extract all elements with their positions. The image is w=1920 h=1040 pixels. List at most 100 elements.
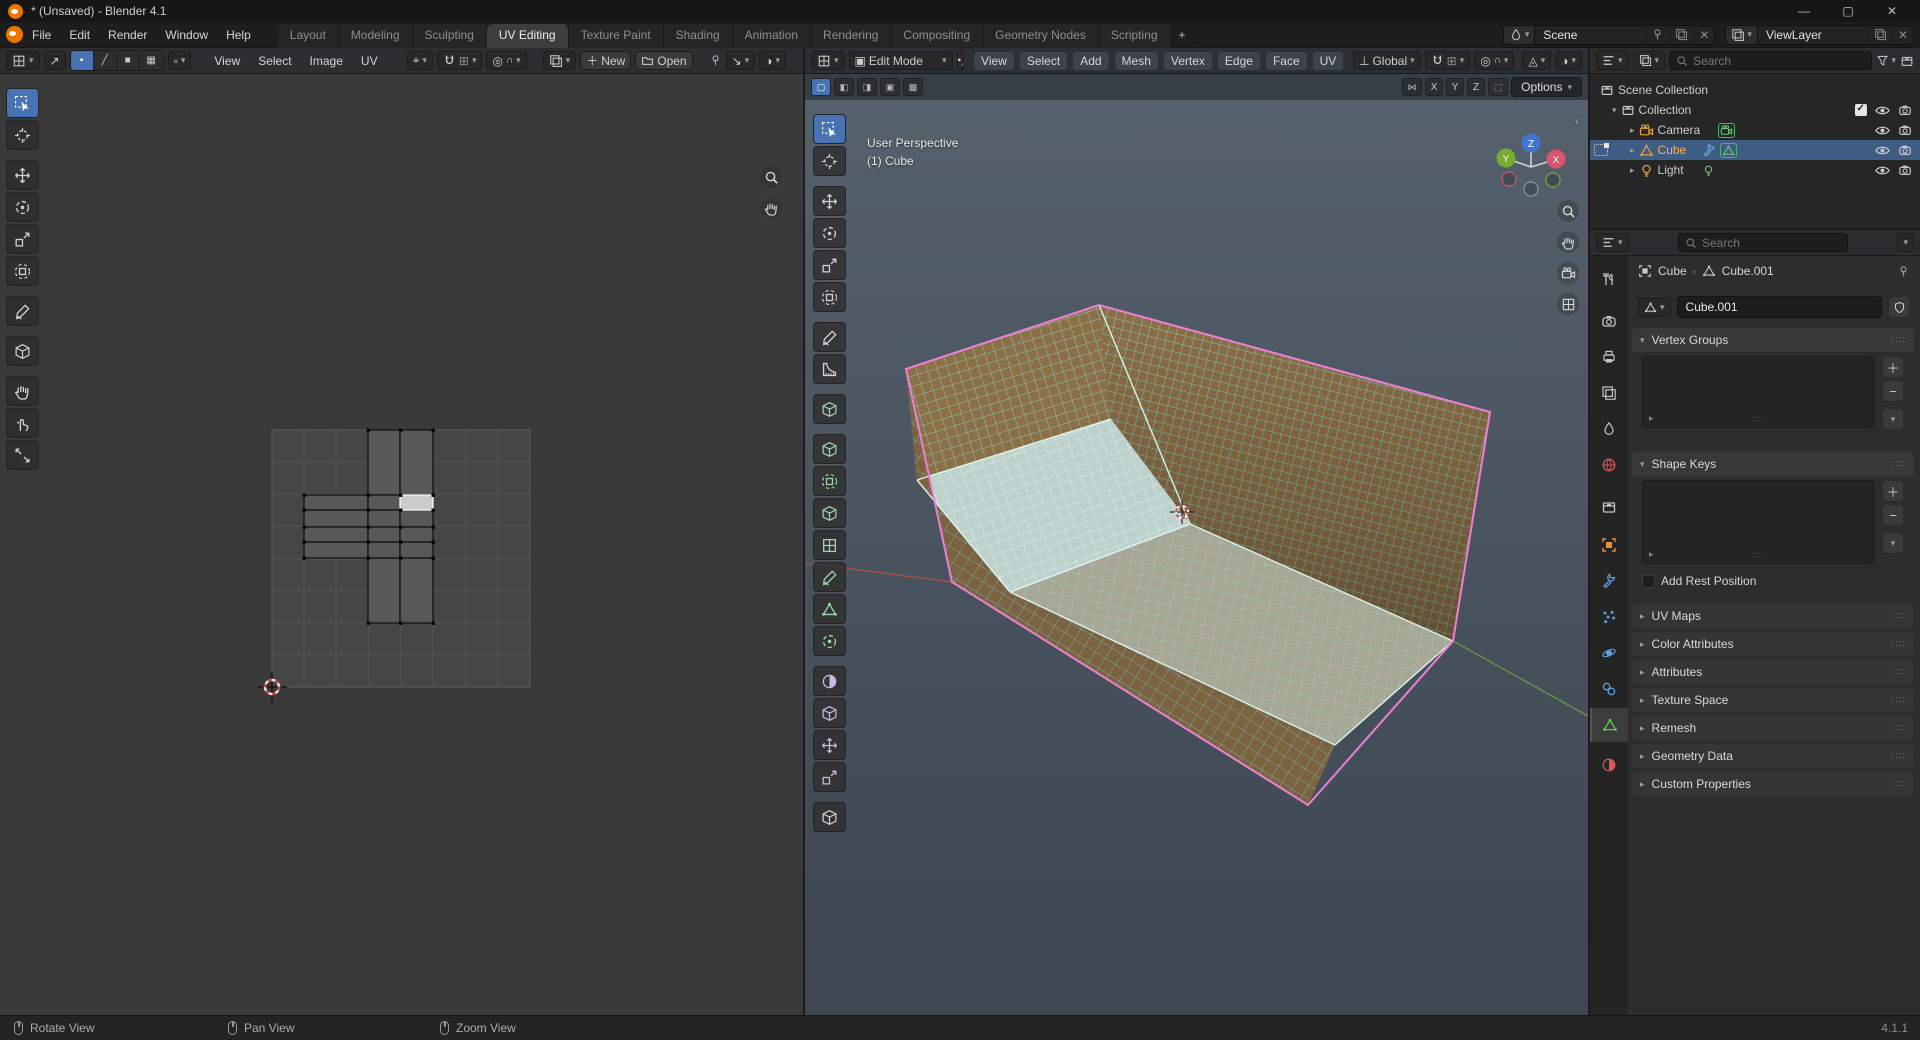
tab-object[interactable] bbox=[1590, 528, 1628, 562]
select-mode-subtract-button[interactable]: ◨ bbox=[857, 78, 877, 96]
menu-render[interactable]: Render bbox=[99, 25, 156, 45]
properties-editor-type-button[interactable]: ▾ bbox=[1596, 233, 1629, 252]
view-layer-icon[interactable]: ▾ bbox=[1726, 26, 1758, 44]
uv-pin-icon[interactable] bbox=[709, 54, 722, 67]
uv-tool-annotate[interactable] bbox=[6, 296, 39, 326]
tool-scale[interactable] bbox=[813, 250, 846, 280]
gizmo-negative-z[interactable] bbox=[1524, 182, 1538, 196]
tab-modifiers[interactable] bbox=[1590, 564, 1628, 598]
uv-tool-relax[interactable] bbox=[6, 408, 39, 438]
tab-geometry-nodes[interactable]: Geometry Nodes bbox=[983, 24, 1099, 48]
vp-menu-select[interactable]: Select bbox=[1019, 51, 1068, 71]
gizmo-negative-x[interactable] bbox=[1502, 172, 1516, 186]
uv-browse-image-dropdown[interactable]: ▾ bbox=[543, 51, 577, 70]
vp-zoom-icon[interactable] bbox=[1557, 200, 1579, 222]
unlink-scene-icon[interactable]: ✕ bbox=[1693, 26, 1714, 44]
tool-annotate[interactable] bbox=[813, 322, 846, 352]
add-vertex-group-button[interactable]: ＋ bbox=[1882, 356, 1904, 378]
close-button[interactable]: ✕ bbox=[1872, 1, 1912, 21]
uv-zoom-icon[interactable] bbox=[760, 166, 782, 188]
shape-key-specials-dropdown[interactable]: ▾ bbox=[1882, 532, 1904, 554]
menu-window[interactable]: Window bbox=[156, 25, 217, 45]
remove-vertex-group-button[interactable]: − bbox=[1882, 380, 1904, 402]
uv-select-edge-button[interactable]: ╱ bbox=[94, 51, 117, 70]
fake-user-shield-button[interactable] bbox=[1888, 296, 1910, 318]
uv-tool-rip-region[interactable] bbox=[6, 336, 39, 366]
tool-knife[interactable] bbox=[813, 562, 846, 592]
hide-icon[interactable] bbox=[1875, 163, 1890, 178]
tab-object-data[interactable] bbox=[1590, 708, 1628, 742]
properties-search-input[interactable]: Search bbox=[1678, 233, 1848, 252]
tool-shrink-fatten[interactable] bbox=[813, 730, 846, 760]
vp-menu-view[interactable]: View bbox=[973, 51, 1015, 71]
outliner-filter-icon[interactable]: ▾ bbox=[1876, 54, 1896, 67]
tab-particles[interactable] bbox=[1590, 600, 1628, 634]
uv-tool-tweak-select-box[interactable] bbox=[6, 88, 39, 118]
mirror-x-toggle[interactable]: X bbox=[1425, 78, 1443, 96]
panel-remesh[interactable]: ▸Remesh∷∷ bbox=[1632, 716, 1914, 740]
tool-spin[interactable] bbox=[813, 626, 846, 656]
uv-tool-cursor[interactable] bbox=[6, 120, 39, 150]
tool-cursor[interactable] bbox=[813, 146, 846, 176]
uv-gizmos-dropdown[interactable]: ↘▾ bbox=[726, 51, 756, 70]
tab-collection[interactable] bbox=[1590, 490, 1628, 524]
tool-bevel[interactable] bbox=[813, 498, 846, 528]
tool-smooth[interactable] bbox=[813, 666, 846, 696]
tab-scene[interactable] bbox=[1590, 412, 1628, 446]
editor-type-button-3d[interactable]: ▾ bbox=[811, 51, 845, 70]
remove-shape-key-button[interactable]: − bbox=[1882, 504, 1904, 526]
menu-edit[interactable]: Edit bbox=[60, 25, 99, 45]
breadcrumb-data[interactable]: Cube.001 bbox=[1722, 264, 1774, 278]
tab-tool[interactable] bbox=[1590, 262, 1628, 296]
outliner-row-scene-collection[interactable]: Scene Collection bbox=[1590, 80, 1920, 100]
tool-transform[interactable] bbox=[813, 282, 846, 312]
outliner-row-camera[interactable]: ▸ Camera bbox=[1590, 120, 1920, 140]
tool-edge-slide[interactable] bbox=[813, 698, 846, 728]
edge-select-button[interactable]: ╱ bbox=[962, 51, 964, 70]
new-collection-icon[interactable] bbox=[1900, 54, 1914, 68]
panel-color-attributes[interactable]: ▸Color Attributes∷∷ bbox=[1632, 632, 1914, 656]
proportional-editing-group[interactable]: ◎∩▾ bbox=[1474, 51, 1514, 70]
uv-menu-uv[interactable]: UV bbox=[354, 52, 385, 70]
add-workspace-button[interactable]: + bbox=[1171, 24, 1195, 48]
disable-render-icon[interactable] bbox=[1898, 163, 1912, 177]
breadcrumb-object[interactable]: Cube bbox=[1658, 264, 1687, 278]
vp-menu-uv[interactable]: UV bbox=[1312, 51, 1345, 71]
panel-uv-maps[interactable]: ▸UV Maps∷∷ bbox=[1632, 604, 1914, 628]
vp-pan-icon[interactable] bbox=[1557, 231, 1579, 253]
uv-select-face-button[interactable]: ■ bbox=[117, 51, 140, 70]
tab-rendering[interactable]: Rendering bbox=[811, 24, 891, 48]
tool-tweak-select-box[interactable] bbox=[813, 114, 846, 144]
select-mode-extend-button[interactable]: ◧ bbox=[834, 78, 854, 96]
tab-layout[interactable]: Layout bbox=[278, 24, 339, 48]
sidebar-toggle[interactable]: ‹ bbox=[1575, 114, 1579, 128]
properties-options-dropdown[interactable]: ▾ bbox=[1897, 233, 1914, 252]
uv-tool-rotate[interactable] bbox=[6, 192, 39, 222]
snap-base-icon[interactable]: ⬚ bbox=[1488, 78, 1508, 96]
tab-view-layer[interactable] bbox=[1590, 376, 1628, 410]
tab-render[interactable] bbox=[1590, 304, 1628, 338]
add-rest-position-checkbox[interactable] bbox=[1642, 575, 1655, 588]
uv-pivot-dropdown[interactable]: ⌖▾ bbox=[407, 51, 433, 70]
mode-dropdown[interactable]: ▣ Edit Mode▾ bbox=[849, 51, 953, 70]
outliner-row-light[interactable]: ▸ Light bbox=[1590, 160, 1920, 180]
panel-texture-space[interactable]: ▸Texture Space∷∷ bbox=[1632, 688, 1914, 712]
minimize-button[interactable]: — bbox=[1784, 1, 1824, 21]
vertex-groups-list[interactable]: ▸∷∷ bbox=[1642, 356, 1874, 428]
uv-selected-face[interactable] bbox=[400, 495, 433, 510]
tool-measure[interactable] bbox=[813, 354, 846, 384]
outliner-editor-type-button[interactable]: ▾ bbox=[1596, 51, 1629, 70]
view-layer-selector[interactable]: ▾ ViewLayer ✕ bbox=[1725, 25, 1914, 45]
gizmos-dropdown[interactable]: ◬▾ bbox=[1522, 51, 1551, 70]
select-mode-invert-button[interactable]: ▣ bbox=[880, 78, 900, 96]
modifier-wrench-icon[interactable] bbox=[1702, 143, 1716, 157]
tab-compositing[interactable]: Compositing bbox=[891, 24, 983, 48]
gizmo-y-axis[interactable]: Y bbox=[1503, 154, 1510, 165]
vp-menu-mesh[interactable]: Mesh bbox=[1114, 51, 1159, 71]
uv-tool-grab[interactable] bbox=[6, 376, 39, 406]
expand-icon[interactable]: ▸ bbox=[1630, 145, 1635, 156]
navigation-gizmo[interactable]: Z X Y bbox=[1497, 134, 1566, 197]
expand-icon[interactable]: ▸ bbox=[1630, 165, 1635, 176]
tool-extrude-region[interactable] bbox=[813, 434, 846, 464]
shape-keys-list[interactable]: ▸∷∷ bbox=[1642, 480, 1874, 564]
